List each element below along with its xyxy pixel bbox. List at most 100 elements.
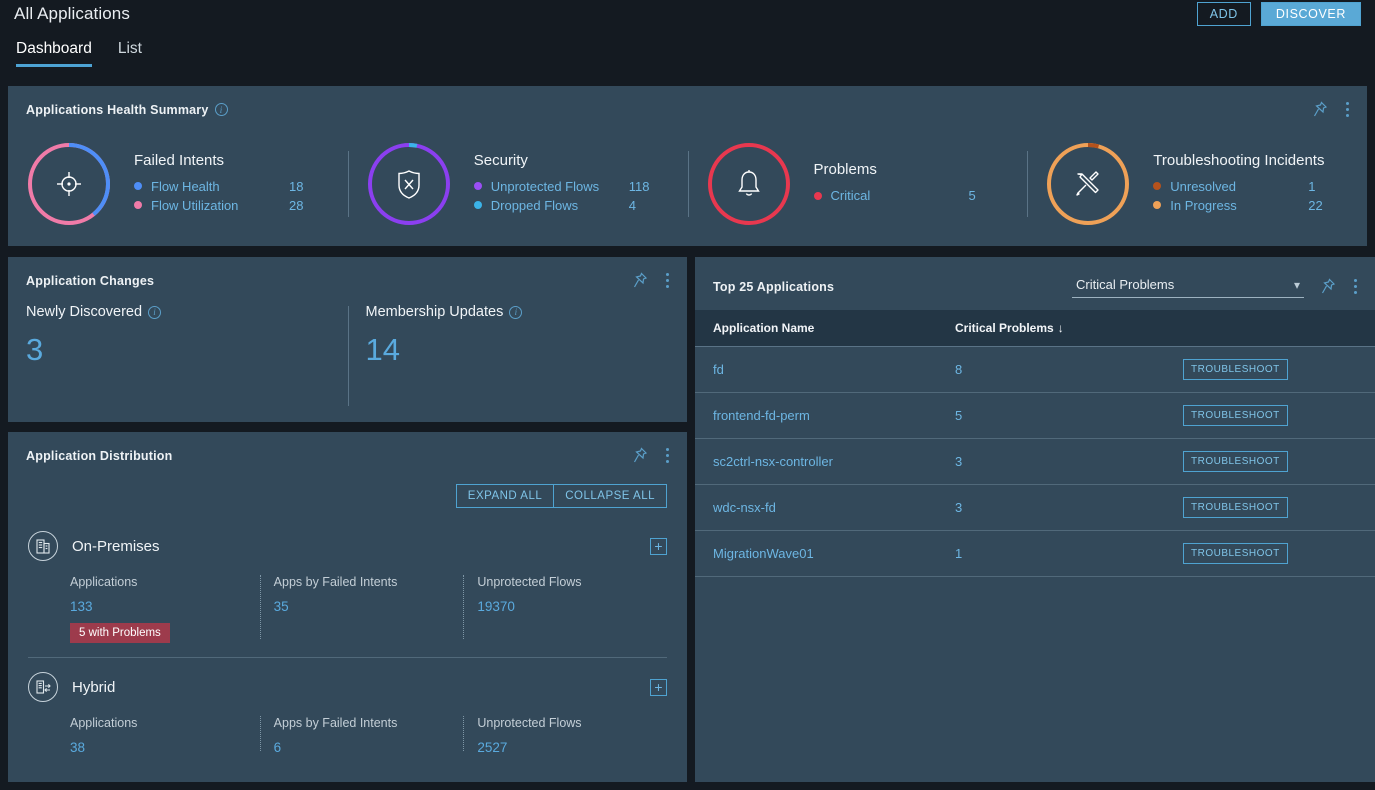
application-changes-card: Application Changes Newly Discovered i 3 <box>8 257 687 422</box>
info-icon[interactable]: i <box>214 103 228 116</box>
stat-unprotected-flows: Unprotected Flows 2527 <box>463 716 667 755</box>
application-link[interactable]: sc2ctrl-nsx-controller <box>713 454 833 469</box>
info-icon[interactable]: i <box>509 305 523 319</box>
stat-value[interactable]: 35 <box>274 599 464 614</box>
security-info: Security Unprotected Flows 118 Dropped F… <box>473 152 650 217</box>
change-label: Newly Discovered <box>26 304 143 320</box>
top-applications-title: Top 25 Applications <box>713 279 835 294</box>
security-donut <box>366 141 452 227</box>
stat-applications: Applications 133 5 with Problems <box>70 575 260 643</box>
stat-value[interactable]: 2527 <box>477 740 667 755</box>
health-card-title: Applications Health Summary <box>26 102 209 117</box>
legend-critical[interactable]: Critical 5 <box>813 188 976 203</box>
table-row[interactable]: frontend-fd-perm 5 TROUBLESHOOT <box>695 392 1375 439</box>
application-link[interactable]: fd <box>713 362 724 377</box>
pin-icon[interactable] <box>632 271 648 290</box>
expand-group-icon[interactable]: + <box>650 537 667 555</box>
building-icon <box>28 531 58 561</box>
distribution-group-on-premises: On-Premises + Applications 133 5 with Pr… <box>28 517 667 657</box>
cell-action: TROUBLESHOOT <box>1183 392 1375 439</box>
column-actions <box>1183 310 1375 347</box>
distribution-card-header: Application Distribution <box>8 432 687 465</box>
tab-bar: Dashboard List <box>14 40 1361 67</box>
legend-value: 22 <box>1308 197 1323 213</box>
change-membership-updates: Membership Updates i 14 <box>347 304 688 406</box>
stat-value[interactable]: 19370 <box>477 599 667 614</box>
troubleshoot-button[interactable]: TROUBLESHOOT <box>1183 359 1288 380</box>
stat-value[interactable]: 6 <box>274 740 464 755</box>
cell-application-name: fd <box>695 346 955 393</box>
legend-dot-icon <box>1153 201 1162 209</box>
more-options-icon[interactable] <box>662 271 673 290</box>
discover-button[interactable]: DISCOVER <box>1260 2 1361 26</box>
table-row[interactable]: MigrationWave01 1 TROUBLESHOOT <box>695 530 1375 577</box>
pin-icon[interactable] <box>1312 100 1328 119</box>
troubleshoot-button[interactable]: TROUBLESHOOT <box>1183 451 1288 472</box>
stat-apps-by-failed-intents: Apps by Failed Intents 6 <box>259 716 464 755</box>
problems-badge[interactable]: 5 with Problems <box>70 623 170 643</box>
health-card-header: Applications Health Summary i <box>8 86 1367 119</box>
health-item-troubleshooting-incidents: Troubleshooting Incidents Unresolved 1 I… <box>1027 141 1367 227</box>
group-header[interactable]: On-Premises + <box>28 531 667 561</box>
pin-icon[interactable] <box>632 446 648 465</box>
column-application-name[interactable]: Application Name <box>695 310 955 347</box>
legend-flow-utilization[interactable]: Flow Utilization 28 <box>134 198 303 213</box>
troubleshoot-button[interactable]: TROUBLESHOOT <box>1183 497 1288 518</box>
legend-value: 118 <box>628 178 650 194</box>
troubleshoot-button[interactable]: TROUBLESHOOT <box>1183 543 1288 564</box>
expand-all-button[interactable]: EXPAND ALL <box>455 484 555 508</box>
distribution-card-title: Application Distribution <box>26 448 173 463</box>
legend-dropped-flows[interactable]: Dropped Flows 4 <box>473 198 650 213</box>
pin-icon[interactable] <box>1320 277 1336 296</box>
table-row[interactable]: wdc-nsx-fd 3 TROUBLESHOOT <box>695 484 1375 531</box>
legend-in-progress[interactable]: In Progress 22 <box>1153 198 1324 213</box>
group-name: Hybrid <box>72 678 116 696</box>
legend-label: Critical <box>830 188 871 203</box>
failed-intents-donut <box>26 141 112 227</box>
metric-select[interactable]: Critical Problems <box>1072 275 1304 298</box>
stat-value[interactable]: 133 <box>70 599 260 614</box>
more-options-icon[interactable] <box>662 446 673 465</box>
expand-group-icon[interactable]: + <box>650 678 667 696</box>
change-value[interactable]: 3 <box>26 332 348 368</box>
table-row[interactable]: sc2ctrl-nsx-controller 3 TROUBLESHOOT <box>695 438 1375 485</box>
table-row[interactable]: fd 8 TROUBLESHOOT <box>695 346 1375 393</box>
more-options-icon[interactable] <box>1350 277 1361 296</box>
legend-unprotected-flows[interactable]: Unprotected Flows 118 <box>473 178 650 194</box>
stat-apps-by-failed-intents: Apps by Failed Intents 35 <box>259 575 464 643</box>
health-card-actions <box>1312 100 1353 119</box>
add-button[interactable]: ADD <box>1196 2 1251 26</box>
collapse-all-button[interactable]: COLLAPSE ALL <box>554 484 667 508</box>
more-options-icon[interactable] <box>1342 100 1353 119</box>
legend-dot-icon <box>1153 182 1162 190</box>
application-link[interactable]: MigrationWave01 <box>713 546 814 561</box>
stat-value[interactable]: 38 <box>70 740 260 755</box>
top-actions: ADD DISCOVER <box>1196 2 1361 26</box>
cell-action: TROUBLESHOOT <box>1183 530 1375 577</box>
application-link[interactable]: frontend-fd-perm <box>713 408 810 423</box>
info-icon[interactable]: i <box>148 305 162 319</box>
cell-application-name: wdc-nsx-fd <box>695 484 955 531</box>
legend-unresolved[interactable]: Unresolved 1 <box>1153 179 1324 194</box>
legend-flow-health[interactable]: Flow Health 18 <box>134 179 303 194</box>
legend-dot-icon <box>473 182 482 190</box>
legend-label: Flow Utilization <box>151 197 239 213</box>
table-body: fd 8 TROUBLESHOOT frontend-fd-perm 5 TRO… <box>695 346 1375 577</box>
cell-critical-problems: 5 <box>955 392 1183 439</box>
cell-application-name: frontend-fd-perm <box>695 392 955 439</box>
problems-info: Problems Critical 5 <box>813 161 976 207</box>
change-value[interactable]: 14 <box>366 332 688 368</box>
stat-label: Applications <box>70 575 138 589</box>
top-applications-header: Top 25 Applications Critical Problems ▾ <box>695 257 1375 298</box>
cell-application-name: sc2ctrl-nsx-controller <box>695 438 955 485</box>
column-critical-problems[interactable]: Critical Problems ↓ <box>955 310 1183 347</box>
troubleshoot-button[interactable]: TROUBLESHOOT <box>1183 405 1288 426</box>
application-link[interactable]: wdc-nsx-fd <box>713 500 776 515</box>
tab-dashboard[interactable]: Dashboard <box>16 40 92 67</box>
top-bar: All Applications ADD DISCOVER Dashboard … <box>0 0 1375 70</box>
tab-list[interactable]: List <box>118 40 142 67</box>
sort-descending-icon: ↓ <box>1057 321 1064 335</box>
legend-dot-icon <box>473 201 482 209</box>
legend-value: 1 <box>1308 178 1316 194</box>
group-header[interactable]: Hybrid + <box>28 672 667 702</box>
